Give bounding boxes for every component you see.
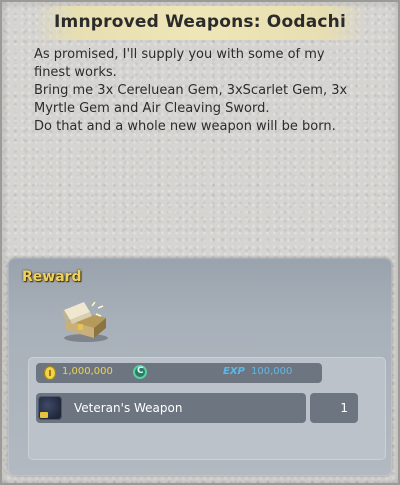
quest-title: Imnproved Weapons: Oodachi — [54, 12, 346, 32]
rewards-list: 1,000,000 EXP 100,000 Veteran's Weapon 1 — [28, 357, 386, 460]
gold-amount: 1,000,000 — [62, 366, 113, 377]
gold-coin-icon — [44, 366, 56, 380]
reward-item-quantity: 1 — [340, 401, 348, 415]
quest-window: Imnproved Weapons: Oodachi As promised, … — [0, 0, 400, 485]
reward-label: Reward — [22, 269, 82, 285]
reward-panel: Reward 1,000,000 EXP 100,000 — [8, 258, 392, 476]
exp-label: EXP — [223, 366, 245, 377]
description-line: As promised, I'll supply you with some o… — [34, 47, 325, 62]
description-line: Bring me 3x Cereluean Gem, 3xScarlet Gem… — [34, 83, 348, 98]
weapon-crate-icon — [38, 396, 62, 420]
quest-description: As promised, I'll supply you with some o… — [34, 46, 374, 136]
description-line: finest works. — [34, 65, 117, 80]
cp-token-icon — [133, 365, 147, 379]
reward-item-row[interactable]: Veteran's Weapon — [36, 393, 306, 423]
description-line: Myrtle Gem and Air Cleaving Sword. — [34, 101, 270, 116]
treasure-chest-icon — [56, 298, 112, 344]
description-line: Do that and a whole new weapon will be b… — [34, 119, 336, 134]
exp-amount: 100,000 — [251, 366, 293, 377]
reward-item-name: Veteran's Weapon — [74, 401, 183, 415]
currency-rewards: 1,000,000 EXP 100,000 — [36, 363, 322, 383]
reward-item-quantity-box: 1 — [310, 393, 358, 423]
